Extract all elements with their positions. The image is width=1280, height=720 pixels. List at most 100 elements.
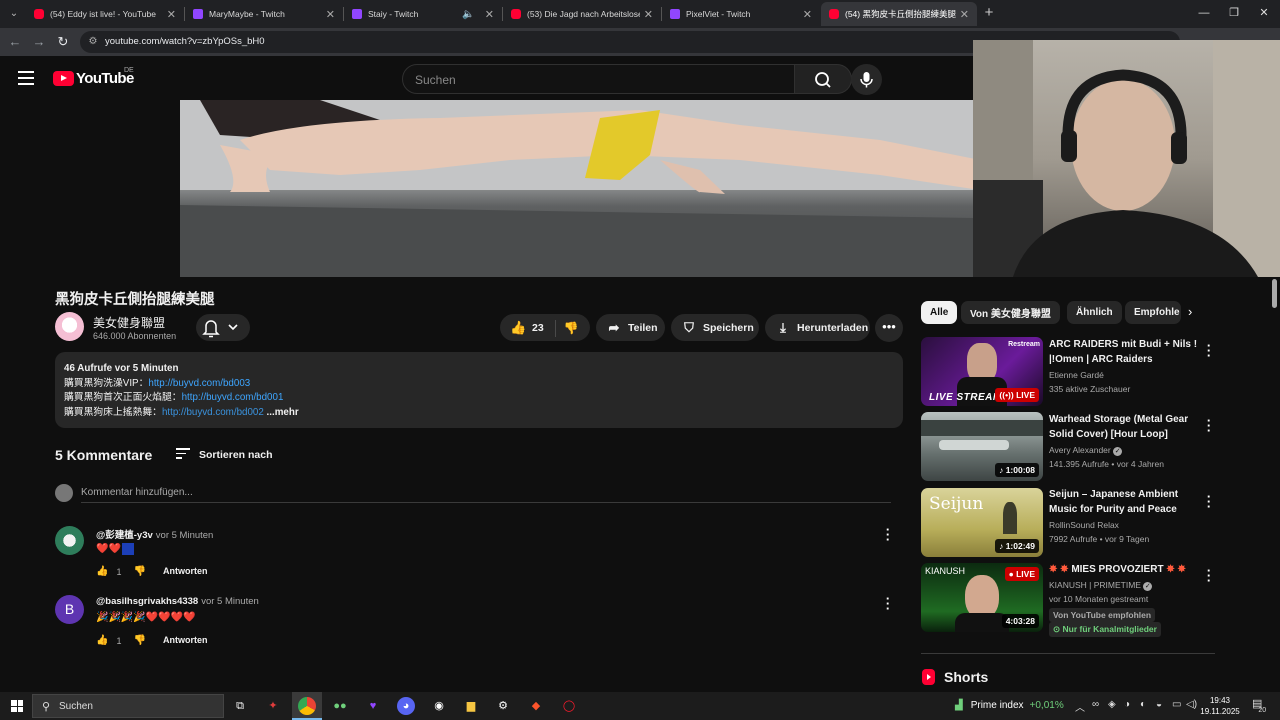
recommendation-thumbnail[interactable]: KIANUSH ● LIVE 4:03:28 xyxy=(921,563,1043,632)
recommendation-thumbnail[interactable]: ♪ 1:00:08 xyxy=(921,412,1043,481)
recommendation-title[interactable]: Seijun – Japanese Ambient Music for Puri… xyxy=(1049,488,1199,517)
opera-browser-icon[interactable]: ◯ xyxy=(560,697,578,715)
reload-icon[interactable]: ↻ xyxy=(54,33,72,51)
tray-app-icon[interactable]: ◈ xyxy=(1108,699,1116,710)
commenter-avatar[interactable] xyxy=(55,526,84,555)
save-button[interactable]: ⛉ Speichern xyxy=(671,314,759,341)
stock-widget[interactable]: ▟ Prime index +0,01% xyxy=(955,700,1064,711)
download-button[interactable]: ⤓ Herunterladen xyxy=(765,314,870,341)
video-player[interactable] xyxy=(180,100,974,277)
recommendation-menu-icon[interactable]: · · · xyxy=(1204,490,1214,513)
forward-arrow-icon[interactable]: → xyxy=(30,33,48,51)
file-explorer-icon[interactable]: ▆ xyxy=(462,697,480,715)
thumbs-down-icon[interactable]: 👎 xyxy=(133,566,145,577)
video-description[interactable]: 46 Aufrufe vor 5 Minuten 購買黑狗洗澡VIP：http:… xyxy=(55,352,903,428)
recommendation-thumbnail[interactable]: Seijun ♪ 1:02:49 xyxy=(921,488,1043,557)
recommendation-channel[interactable]: KIANUSH | PRIMETIME ✓ xyxy=(1049,578,1153,593)
volume-icon[interactable]: ◁) xyxy=(1186,699,1197,710)
tray-app-icon[interactable]: ◐ xyxy=(1140,699,1146,710)
recommendation-title[interactable]: ✸ ✸ MIES PROVOZIERT ✸ ✸ xyxy=(1049,563,1199,578)
app-purple-heart-icon[interactable]: ♥ xyxy=(364,697,382,715)
comment-time[interactable]: vor 5 Minuten xyxy=(156,530,214,541)
browser-tab-active[interactable]: (54) 黑狗皮卡丘側抬腿練美腿 - ✕ xyxy=(821,2,977,26)
comment-time[interactable]: vor 5 Minuten xyxy=(201,596,259,607)
new-tab-button[interactable]: + xyxy=(980,4,998,22)
close-tab-icon[interactable]: ✕ xyxy=(485,8,494,21)
recommendation-title[interactable]: ARC RAIDERS mit Budi + Nils ! |!Omen | A… xyxy=(1049,338,1199,367)
thumbs-up-icon[interactable]: 👍 xyxy=(96,635,108,646)
show-more-button[interactable]: ...mehr xyxy=(267,407,299,418)
channel-avatar[interactable] xyxy=(55,312,84,341)
comment-author[interactable]: @basilhsgrivakhs4338 vor 5 Minuten xyxy=(96,596,259,607)
system-clock[interactable]: 19:43 19.11.2025 xyxy=(1198,695,1242,717)
description-link[interactable]: http://buyvd.com/bd001 xyxy=(182,392,284,403)
close-tab-icon[interactable]: ✕ xyxy=(167,8,176,21)
close-tab-icon[interactable]: ✕ xyxy=(960,8,969,21)
menu-hamburger-icon[interactable] xyxy=(18,71,34,85)
site-info-icon[interactable]: ⚙ xyxy=(86,35,100,49)
voice-search-button[interactable] xyxy=(851,64,882,95)
restore-window-icon[interactable]: ❐ xyxy=(1224,4,1244,22)
chrome-icon[interactable] xyxy=(298,697,316,715)
sort-comments-button[interactable]: Sortieren nach xyxy=(176,448,273,462)
search-input[interactable]: Suchen xyxy=(402,64,795,94)
tray-app-icon[interactable]: ◒ xyxy=(1156,699,1162,710)
share-button[interactable]: ➦ Teilen xyxy=(596,314,665,341)
notification-center-icon[interactable]: ▤20 xyxy=(1252,697,1270,714)
tab-search-icon[interactable]: ⌄ xyxy=(4,4,24,24)
recommendation-title[interactable]: Warhead Storage (Metal Gear Solid Cover)… xyxy=(1049,413,1199,442)
task-view-icon[interactable]: ⧉ xyxy=(231,697,249,715)
browser-tab[interactable]: MaryMaybe - Twitch ✕ xyxy=(185,2,343,26)
close-tab-icon[interactable]: ✕ xyxy=(644,8,653,21)
channel-name[interactable]: 美女健身聯盟 xyxy=(93,314,165,331)
chip-related[interactable]: Ähnlich xyxy=(1067,301,1122,324)
obs-icon[interactable]: ◉ xyxy=(430,697,448,715)
description-link[interactable]: http://buyvd.com/bd002 xyxy=(162,407,264,418)
search-button[interactable] xyxy=(795,64,852,94)
brave-browser-icon[interactable]: ◆ xyxy=(527,697,545,715)
taskbar-search-input[interactable]: ⚲ Suchen xyxy=(32,694,224,718)
recommendation-menu-icon[interactable]: · · · xyxy=(1204,339,1214,362)
browser-tab[interactable]: PixelViet - Twitch ✕ xyxy=(662,2,820,26)
speaker-muted-icon[interactable]: 🔈 xyxy=(462,9,474,20)
thumbs-down-icon[interactable]: 👎 xyxy=(560,318,582,338)
youtube-logo[interactable]: YouTube xyxy=(53,70,134,87)
minimize-window-icon[interactable]: — xyxy=(1194,4,1214,22)
close-window-icon[interactable]: ✕ xyxy=(1254,4,1274,22)
close-tab-icon[interactable]: ✕ xyxy=(803,8,812,21)
recommendation-thumbnail[interactable]: Restream LIVE STREAM ((•)) LIVE xyxy=(921,337,1043,406)
tray-app-icon[interactable]: ∞ xyxy=(1092,699,1099,710)
chip-from-channel[interactable]: Von 美女健身聯盟 xyxy=(961,301,1060,324)
thumbs-up-icon[interactable]: 👍 xyxy=(510,320,526,336)
settings-gear-icon[interactable]: ⚙ xyxy=(494,697,512,715)
recommendation-menu-icon[interactable]: · · · xyxy=(1204,414,1214,437)
description-link[interactable]: http://buyvd.com/bd003 xyxy=(148,378,250,389)
thumbs-up-icon[interactable]: 👍 xyxy=(96,566,108,577)
more-actions-icon[interactable]: ••• xyxy=(875,314,903,342)
tray-app-icon[interactable]: ◑ xyxy=(1124,699,1130,710)
recommendation-channel[interactable]: Etienne Gardé xyxy=(1049,368,1104,383)
comment-menu-icon[interactable]: · · · xyxy=(883,523,893,546)
discord-icon[interactable]: ◕ xyxy=(397,697,415,715)
recommendation-menu-icon[interactable]: · · · xyxy=(1204,564,1214,587)
reply-button[interactable]: Antworten xyxy=(163,566,208,576)
chip-all[interactable]: Alle xyxy=(921,301,958,324)
browser-tab[interactable]: Staiy - Twitch 🔈 ✕ xyxy=(344,2,502,26)
thumbs-down-icon[interactable]: 👎 xyxy=(133,635,145,646)
show-hidden-icons-chevron-icon[interactable]: ︿ xyxy=(1075,699,1085,714)
add-comment-input[interactable]: Kommentar hinzufügen... xyxy=(81,487,193,498)
comment-author[interactable]: @彭建植-y3v vor 5 Minuten xyxy=(96,527,213,541)
like-count[interactable]: 23 xyxy=(532,322,544,334)
browser-tab[interactable]: (53) Die Jagd nach Arbeitslosen ✕ xyxy=(503,2,661,26)
reply-button[interactable]: Antworten xyxy=(163,635,208,645)
browser-tab[interactable]: (54) Eddy ist live! - YouTube ✕ xyxy=(26,2,184,26)
chip-recommended[interactable]: Empfohle xyxy=(1125,301,1181,324)
comment-menu-icon[interactable]: · · · xyxy=(883,592,893,615)
chevron-right-icon[interactable]: › xyxy=(1188,304,1192,319)
app-green-icon[interactable]: ●● xyxy=(331,697,349,715)
notification-bell-button[interactable] xyxy=(196,314,250,341)
network-icon[interactable]: ▭ xyxy=(1172,699,1181,710)
back-arrow-icon[interactable]: ← xyxy=(6,33,24,51)
close-tab-icon[interactable]: ✕ xyxy=(326,8,335,21)
windows-start-icon[interactable] xyxy=(11,700,23,712)
